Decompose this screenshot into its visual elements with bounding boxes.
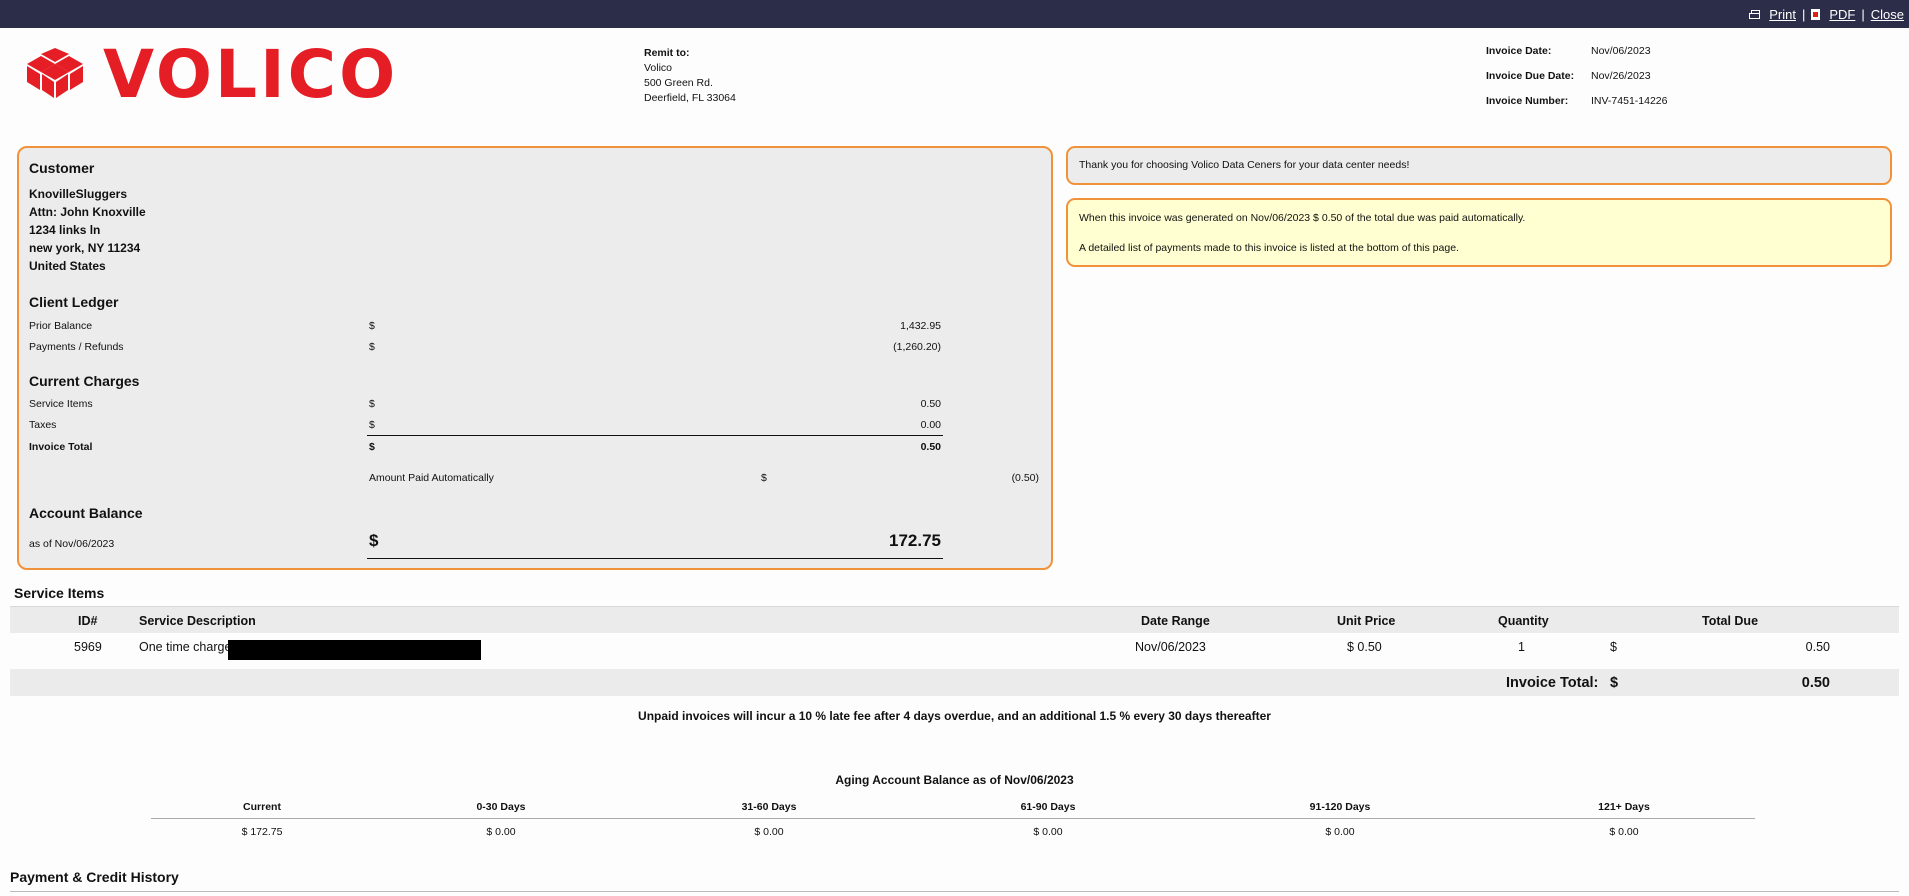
prior-balance-label: Prior Balance: [29, 320, 93, 332]
customer-line: KnovilleSluggers: [29, 187, 128, 201]
aging-value: $ 172.75: [241, 826, 283, 838]
service-total-due: 0.50: [1805, 640, 1830, 654]
invoice-date: Nov/06/2023: [1591, 45, 1651, 57]
remit-line: Deerfield, FL 33064: [644, 92, 736, 104]
aging-value: $ 0.00: [486, 826, 516, 838]
aging-column-header: 0-30 Days: [476, 801, 526, 813]
column-header: Total Due: [1702, 614, 1759, 628]
column-header: Quantity: [1498, 614, 1549, 628]
aging-column-header: 121+ Days: [1598, 801, 1650, 813]
toolbar-links: Print | PDF | Close: [1749, 7, 1904, 22]
payments-refunds-value: (1,260.20): [893, 341, 941, 353]
late-fee-notice: Unpaid invoices will incur a 10 % late f…: [638, 709, 1271, 723]
invoice-due-label: Invoice Due Date:: [1486, 70, 1575, 82]
taxes-value: 0.00: [920, 419, 941, 431]
customer-line: Attn: John Knoxville: [29, 205, 146, 219]
customer-line: new york, NY 11234: [29, 241, 141, 255]
brand-wordmark: VOLICO: [103, 36, 399, 113]
invoice-number: INV-7451-14226: [1591, 95, 1668, 107]
aging-column-header: 91-120 Days: [1309, 801, 1371, 813]
aging-value: $ 0.00: [1609, 826, 1639, 838]
invoice-total-bar: Invoice Total: $ 0.50: [10, 669, 1899, 696]
thank-you-text: Thank you for choosing Volico Data Cener…: [1079, 159, 1410, 171]
taxes-label: Taxes: [29, 419, 57, 431]
invoice-total-label: Invoice Total: [29, 441, 93, 453]
customer-line: United States: [29, 259, 106, 273]
redaction-bar: [228, 640, 481, 660]
currency-symbol: $: [1610, 640, 1617, 654]
aging-column-header: 61-90 Days: [1020, 801, 1076, 813]
aging-value: $ 0.00: [754, 826, 784, 838]
aging-title: Aging Account Balance as of Nov/06/2023: [835, 773, 1074, 787]
account-balance-heading: Account Balance: [29, 505, 143, 521]
customer-line: 1234 links ln: [29, 223, 101, 237]
aging-values: $ 172.75 $ 0.00 $ 0.00 $ 0.00 $ 0.00 $ 0…: [0, 826, 1909, 840]
auto-payment-notice: When this invoice was generated on Nov/0…: [1066, 198, 1892, 267]
current-charges-heading: Current Charges: [29, 373, 140, 389]
amount-paid-automatically-label: Amount Paid Automatically: [369, 472, 494, 484]
thank-you-message: Thank you for choosing Volico Data Cener…: [1066, 146, 1892, 185]
customer-heading: Customer: [29, 160, 95, 176]
divider: [151, 818, 1755, 819]
invoice-total-label: Invoice Total:: [1506, 675, 1599, 691]
remit-to-block: Remit to: Volico 500 Green Rd. Deerfield…: [644, 46, 736, 106]
invoice-number-label: Invoice Number:: [1486, 95, 1569, 107]
service-items-header: ID# Service Description Date Range Unit …: [10, 606, 1899, 633]
column-header: ID#: [78, 614, 98, 628]
invoice-total-value: 0.50: [920, 441, 941, 453]
column-header: Date Range: [1141, 614, 1210, 628]
remit-line: Volico: [644, 62, 673, 74]
currency-symbol: $: [369, 531, 379, 550]
pdf-icon[interactable]: [1811, 9, 1821, 20]
payments-refunds-label: Payments / Refunds: [29, 341, 124, 353]
service-items-title: Service Items: [14, 585, 105, 601]
currency-symbol: $: [369, 398, 375, 410]
customer-address: KnovilleSluggers Attn: John Knoxville 12…: [29, 185, 146, 275]
currency-symbol: $: [369, 320, 375, 332]
aging-value: $ 0.00: [1325, 826, 1355, 838]
invoice-total-amount: 0.50: [1801, 675, 1830, 691]
divider: [367, 558, 943, 559]
auto-paid-text: When this invoice was generated on Nov/0…: [1079, 212, 1526, 224]
currency-symbol: $: [369, 441, 375, 453]
prior-balance-value: 1,432.95: [900, 320, 941, 332]
invoice-due-date: Nov/26/2023: [1591, 70, 1651, 82]
aging-value: $ 0.00: [1033, 826, 1063, 838]
print-link[interactable]: Print: [1769, 7, 1796, 22]
account-balance-value: 172.75: [889, 531, 941, 550]
currency-symbol: $: [761, 472, 767, 484]
service-unit-price: $ 0.50: [1347, 640, 1382, 654]
amount-paid-automatically-value: (0.50): [1011, 472, 1039, 484]
payment-history-title: Payment & Credit History: [10, 869, 179, 885]
printer-icon[interactable]: [1749, 9, 1761, 20]
top-toolbar: [0, 0, 1909, 28]
aging-column-header: 31-60 Days: [741, 801, 797, 813]
payment-list-text: A detailed list of payments made to this…: [1079, 242, 1459, 254]
divider: [367, 435, 943, 436]
divider: [10, 891, 1899, 892]
service-description: One time charge: [139, 640, 232, 654]
service-date-range: Nov/06/2023: [1135, 640, 1206, 654]
service-id: 5969: [74, 640, 102, 654]
pdf-link[interactable]: PDF: [1829, 7, 1855, 22]
currency-symbol: $: [369, 419, 375, 431]
invoice-date-label: Invoice Date:: [1486, 45, 1552, 57]
currency-symbol: $: [369, 341, 375, 353]
column-header: Service Description: [139, 614, 256, 628]
separator: |: [1861, 7, 1865, 22]
client-ledger-heading: Client Ledger: [29, 294, 119, 310]
service-items-value: 0.50: [920, 398, 941, 410]
invoice-summary-panel: [17, 146, 1053, 570]
separator: |: [1801, 7, 1806, 22]
close-link[interactable]: Close: [1871, 7, 1904, 22]
service-quantity: 1: [1518, 640, 1525, 654]
aging-header: Current 0-30 Days 31-60 Days 61-90 Days …: [0, 801, 1909, 815]
aging-column-header: Current: [243, 801, 281, 813]
balance-as-of: as of Nov/06/2023: [29, 538, 115, 550]
remit-label: Remit to:: [644, 47, 690, 59]
currency-symbol: $: [1610, 675, 1619, 691]
remit-line: 500 Green Rd.: [644, 77, 713, 89]
column-header: Unit Price: [1337, 614, 1396, 628]
service-items-label: Service Items: [29, 398, 93, 410]
